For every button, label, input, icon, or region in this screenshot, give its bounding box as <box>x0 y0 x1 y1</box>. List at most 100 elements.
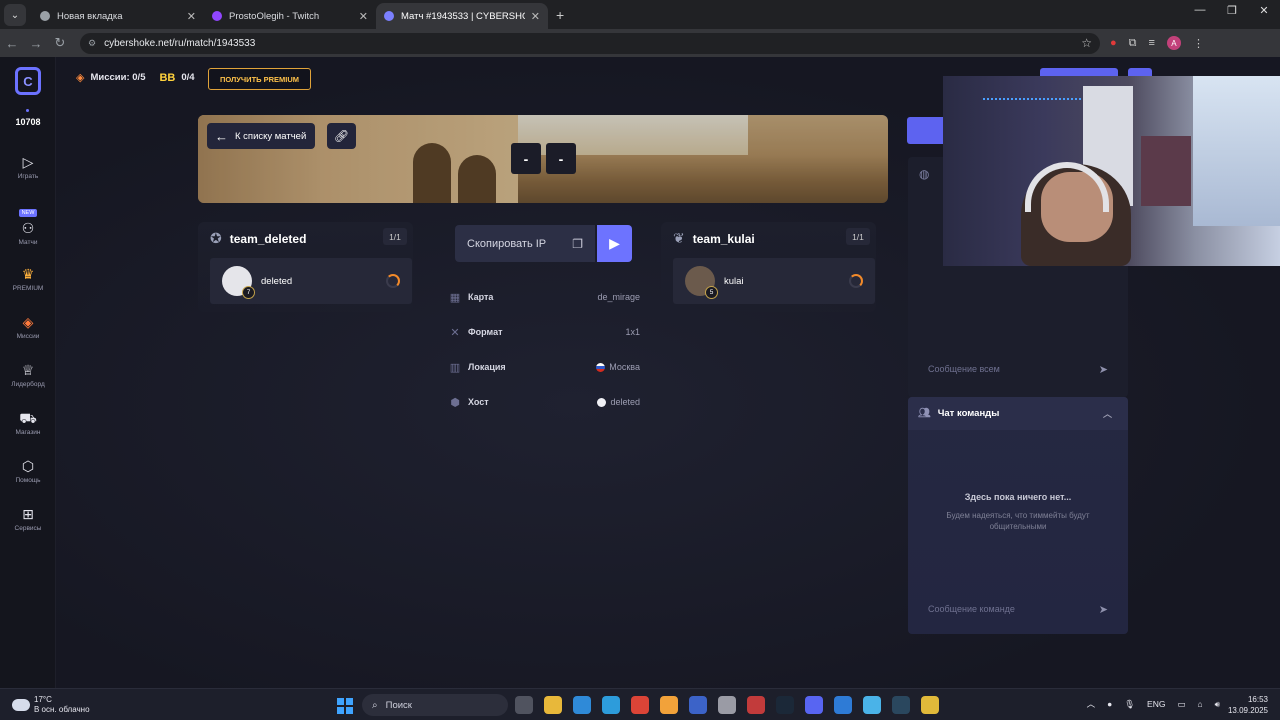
sidebar-item-shop[interactable]: ⛟ Магазин <box>0 410 56 436</box>
taskbar-search-input[interactable]: ⌕ Поиск <box>362 694 508 716</box>
chrome-icon[interactable] <box>631 696 649 714</box>
sidebar-item-play[interactable]: ▷ Играть <box>0 154 56 180</box>
sidebar-item-leaderboard[interactable]: ♕ Лидерборд <box>0 362 56 388</box>
avatar: 7 <box>222 266 255 299</box>
laurel-icon: ❦ <box>673 230 685 246</box>
sidebar-item-premium[interactable]: ♛ PREMIUM <box>0 266 56 292</box>
crown-icon: ♛ <box>21 266 35 282</box>
tray-app-icon[interactable]: ● <box>1107 699 1112 709</box>
close-icon[interactable]: ✕ <box>359 10 368 23</box>
level-badge: 5 <box>705 286 718 299</box>
webcam-window <box>1193 76 1280 226</box>
diamond-icon: ◈ <box>22 314 34 330</box>
tab-title: Новая вкладка <box>57 10 123 22</box>
discord-icon[interactable] <box>805 696 823 714</box>
menu-icon[interactable]: ⋮ <box>1193 37 1204 50</box>
photos-icon[interactable] <box>863 696 881 714</box>
copy-ip-label: Скопировать IP <box>467 237 547 250</box>
info-row-map: ▦ Карта de_mirage <box>448 289 640 305</box>
copy-ip-button[interactable]: Скопировать IP ❐ <box>455 225 595 262</box>
forward-icon[interactable]: → <box>24 36 48 51</box>
weather-widget[interactable]: 17°C В осн. облачно <box>12 695 90 715</box>
edge-icon[interactable] <box>573 696 591 714</box>
tab-match[interactable]: Матч #1943533 | CYBERSHOKE ✕ <box>376 3 548 29</box>
get-premium-button[interactable]: ПОЛУЧИТЬ PREMIUM <box>208 68 311 90</box>
new-tab-icon[interactable]: + <box>556 7 564 23</box>
status-dot <box>26 109 29 112</box>
player-row[interactable]: 7 deleted <box>210 258 412 304</box>
close-icon[interactable]: ✕ <box>531 10 540 23</box>
media-icon[interactable]: ≡ <box>1149 37 1155 49</box>
app-icon[interactable] <box>660 696 678 714</box>
steam-icon[interactable] <box>776 696 794 714</box>
network-icon[interactable]: ⌂ <box>1198 699 1203 709</box>
sidebar-item-help[interactable]: ⬡ Помощь <box>0 458 56 484</box>
level-badge: 7 <box>242 286 255 299</box>
sidebar-item-missions[interactable]: ◈ Миссии <box>0 314 56 340</box>
tab-search-icon[interactable]: ⌄ <box>4 4 26 26</box>
profile-avatar[interactable]: A <box>1166 36 1181 50</box>
telegram-icon[interactable] <box>602 696 620 714</box>
chevron-up-icon[interactable]: ︿ <box>1087 698 1096 710</box>
chat-empty-subtitle: Будем надеяться, что тиммейты будут общи… <box>946 511 1090 531</box>
task-view-icon[interactable] <box>515 696 533 714</box>
close-window-icon[interactable]: ✕ <box>1248 4 1280 17</box>
back-icon[interactable]: ← <box>0 36 24 51</box>
app-icon[interactable] <box>921 696 939 714</box>
cybershoke-logo[interactable]: C <box>15 67 41 95</box>
send-icon[interactable]: ➤ <box>1099 363 1108 376</box>
windows-start-icon[interactable] <box>337 698 353 714</box>
sidebar: C 10708 ▷ Играть NEW ⚇ Матчи ♛ PREMIUM ◈… <box>0 57 56 688</box>
restore-icon[interactable]: ❐ <box>1216 4 1248 17</box>
webcam-led-strip <box>983 82 1093 100</box>
sidebar-item-label: Миссии <box>16 333 40 340</box>
info-value: deleted <box>597 397 640 407</box>
right-panel-button[interactable] <box>907 117 947 144</box>
tab-twitch[interactable]: ProstoOlegih - Twitch ✕ <box>204 3 376 29</box>
back-to-matches-button[interactable]: ← К списку матчей <box>207 123 315 149</box>
player-row[interactable]: 5 kulai <box>673 258 875 304</box>
close-icon[interactable]: ✕ <box>187 10 196 23</box>
bookmark-star-icon[interactable]: ☆ <box>1081 36 1092 50</box>
puzzle-icon[interactable]: ⧉ <box>1129 37 1137 50</box>
team-name: team_deleted <box>229 231 307 246</box>
app-icon[interactable] <box>747 696 765 714</box>
steam-icon[interactable] <box>892 696 910 714</box>
system-tray: ︿ ● 🎙︎ ENG ▭ ⌂ 🔊︎ <box>1087 698 1220 710</box>
connect-play-button[interactable]: ▶ <box>597 225 632 262</box>
cloud-icon <box>12 699 30 711</box>
notepad-icon[interactable] <box>834 696 852 714</box>
player-name: kulai <box>724 275 744 287</box>
volume-icon[interactable]: 🔊︎ <box>1215 699 1220 710</box>
help-cube-icon: ⬡ <box>21 458 35 474</box>
url-input[interactable]: ⚙ cybershoke.net/ru/match/1943533 ☆ <box>80 32 1100 54</box>
swords-icon: ✕ <box>450 326 460 339</box>
team-chat-header[interactable]: 👥︎ Чат команды ︿ <box>908 397 1128 430</box>
team-header: ❦ team_kulai <box>673 230 755 247</box>
reload-icon[interactable]: ↻ <box>48 35 72 51</box>
app-icon[interactable] <box>718 696 736 714</box>
send-icon[interactable]: ➤ <box>1099 603 1108 616</box>
trophy-icon: ♕ <box>21 362 35 378</box>
chevron-up-icon[interactable]: ︿ <box>1103 407 1112 420</box>
explorer-icon[interactable] <box>544 696 562 714</box>
copy-link-button[interactable]: 🔗︎ <box>327 123 356 149</box>
microphone-icon[interactable]: 🎙︎ <box>1124 699 1135 710</box>
minimize-icon[interactable]: — <box>1184 4 1216 17</box>
message-team-input[interactable]: Сообщение команде ➤ <box>908 594 1128 624</box>
browser-tab-bar: ⌄ Новая вкладка ✕ ProstoOlegih - Twitch … <box>0 0 1280 29</box>
message-all-input[interactable]: Сообщение всем ➤ <box>908 354 1128 384</box>
info-key: Формат <box>468 327 503 337</box>
search-icon: ⌕ <box>372 699 378 711</box>
display-icon[interactable]: ▭ <box>1177 699 1185 710</box>
site-info-icon[interactable]: ⚙ <box>88 38 96 49</box>
new-badge: NEW <box>18 209 38 217</box>
taskbar-clock[interactable]: 16:53 13.09.2025 <box>1228 694 1268 716</box>
sidebar-item-services[interactable]: ⊞ Сервисы <box>0 506 56 532</box>
language-indicator[interactable]: ENG <box>1147 699 1165 709</box>
sidebar-item-matches[interactable]: NEW ⚇ Матчи <box>0 201 56 246</box>
stats-app-icon[interactable] <box>689 696 707 714</box>
tab-new[interactable]: Новая вкладка ✕ <box>32 3 204 29</box>
extension-icon[interactable]: ● <box>1110 37 1117 49</box>
bars-icon: ▥ <box>449 361 461 374</box>
